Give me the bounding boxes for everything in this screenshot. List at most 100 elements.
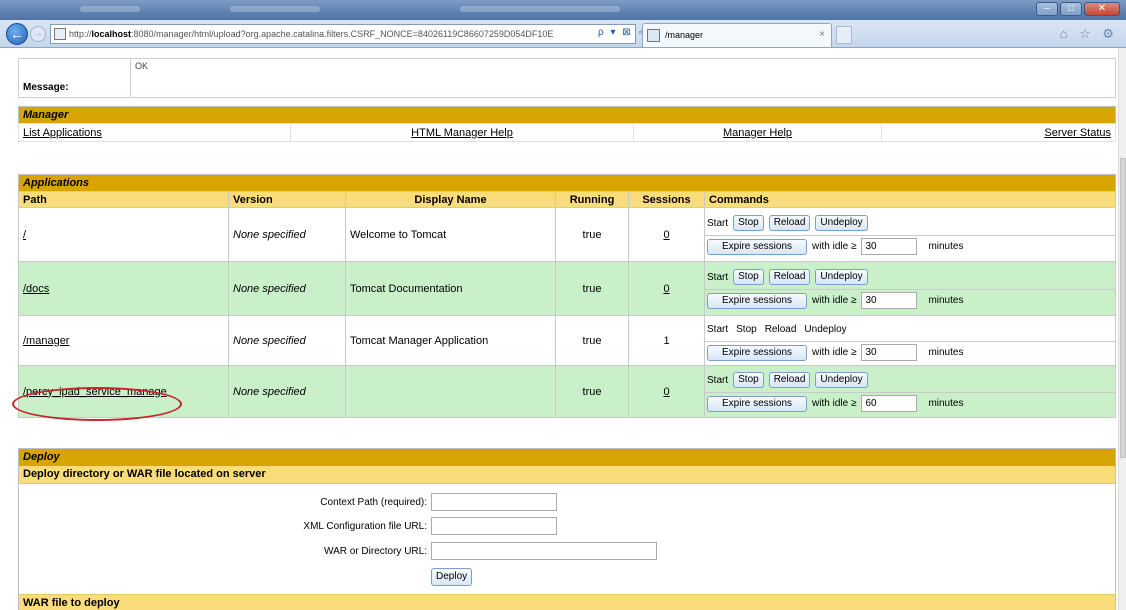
expire-sessions-button[interactable]: Expire sessions: [707, 238, 808, 255]
col-path: Path: [18, 191, 229, 208]
back-arrow-icon[interactable]: ←: [6, 23, 28, 45]
app-path[interactable]: /manager: [18, 315, 229, 366]
manager-title: Manager: [18, 106, 1116, 124]
stop-button[interactable]: Stop: [733, 372, 764, 388]
reload-button[interactable]: Reload: [768, 215, 811, 231]
applications-title: Applications: [18, 174, 1116, 192]
expire-sessions-button[interactable]: Expire sessions: [707, 344, 808, 361]
manager-help-link[interactable]: Manager Help: [633, 123, 882, 142]
minutes-label: minutes: [928, 347, 964, 358]
app-sessions[interactable]: 0: [628, 207, 705, 262]
annotation-ellipse: [12, 387, 182, 421]
deploy-title: Deploy: [19, 449, 1115, 466]
reload-button[interactable]: Reload: [768, 269, 811, 285]
start-label: Start: [707, 374, 729, 386]
app-version: None specified: [228, 261, 346, 316]
app-running: true: [555, 207, 629, 262]
app-display-name: Tomcat Manager Application: [345, 315, 556, 366]
app-commands: Start Stop Reload Undeploy Expire sessio…: [704, 365, 1116, 418]
xml-config-input[interactable]: [431, 517, 557, 535]
deploy-subtitle: Deploy directory or WAR file located on …: [19, 466, 1115, 484]
undeploy-button[interactable]: Undeploy: [815, 269, 868, 285]
reload-label: Reload: [764, 323, 797, 335]
table-row: /percy_ipad_service_manage None specifie…: [18, 365, 1116, 418]
stop-label: Stop: [736, 323, 757, 335]
applications-table: Applications Path Version Display Name R…: [18, 174, 1116, 418]
html-manager-help-link[interactable]: HTML Manager Help: [290, 123, 634, 142]
reload-button[interactable]: Reload: [768, 372, 811, 388]
tab-manager[interactable]: /manager ×: [642, 23, 832, 47]
message-label: Message:: [18, 58, 131, 98]
vertical-scrollbar[interactable]: [1118, 48, 1126, 610]
idle-input[interactable]: 30: [861, 344, 918, 361]
app-sessions: 1: [628, 315, 705, 366]
context-path-input[interactable]: [431, 493, 557, 511]
context-path-label: Context Path (required):: [320, 497, 427, 508]
app-version: None specified: [228, 315, 346, 366]
with-idle-label: with idle ≥: [812, 398, 857, 409]
page-icon: [54, 28, 66, 40]
address-bar[interactable]: http://localhost:8080/manager/html/uploa…: [50, 24, 636, 44]
app-running: true: [555, 365, 629, 418]
expire-sessions-button[interactable]: Expire sessions: [707, 292, 808, 309]
war-file-section-title: WAR file to deploy: [19, 594, 1115, 610]
idle-input[interactable]: 30: [861, 292, 918, 309]
list-applications-link[interactable]: List Applications: [18, 123, 291, 142]
manager-section: Manager List Applications HTML Manager H…: [18, 106, 1116, 142]
deploy-section: Deploy Deploy directory or WAR file loca…: [18, 448, 1116, 610]
maximize-icon[interactable]: □: [1060, 2, 1082, 16]
start-label: Start: [707, 323, 729, 335]
war-url-input[interactable]: [431, 542, 657, 560]
app-version: None specified: [228, 365, 346, 418]
table-row: /manager None specified Tomcat Manager A…: [18, 315, 1116, 366]
app-commands: Start Stop Reload Undeploy Expire sessio…: [704, 261, 1116, 316]
table-row: / None specified Welcome to Tomcat true …: [18, 207, 1116, 262]
scrollbar-thumb[interactable]: [1120, 158, 1126, 458]
expire-sessions-button[interactable]: Expire sessions: [707, 395, 808, 412]
deploy-button[interactable]: Deploy: [431, 568, 473, 586]
with-idle-label: with idle ≥: [812, 347, 857, 358]
col-sessions: Sessions: [628, 191, 705, 208]
col-commands: Commands: [704, 191, 1116, 208]
browser-navbar: ← → http://localhost:8080/manager/html/u…: [0, 20, 1126, 48]
with-idle-label: with idle ≥: [812, 241, 857, 252]
app-display-name: Tomcat Documentation: [345, 261, 556, 316]
message-value: OK: [130, 58, 1116, 98]
minutes-label: minutes: [928, 241, 964, 252]
app-running: true: [555, 261, 629, 316]
browser-toolbar-icons[interactable]: ⌂ ☆ ⚙: [1060, 26, 1118, 42]
col-version: Version: [228, 191, 346, 208]
app-path[interactable]: /: [18, 207, 229, 262]
tab-page-icon: [647, 29, 660, 42]
undeploy-button[interactable]: Undeploy: [815, 372, 868, 388]
close-icon[interactable]: ✕: [1084, 2, 1120, 16]
window-titlebar: – □ ✕: [0, 0, 1126, 20]
idle-input[interactable]: 30: [861, 238, 918, 255]
col-display-name: Display Name: [345, 191, 556, 208]
idle-input[interactable]: 60: [861, 395, 918, 412]
app-commands: Start Stop Reload Undeploy Expire sessio…: [704, 315, 1116, 366]
start-label: Start: [707, 271, 729, 283]
war-url-label: WAR or Directory URL:: [324, 546, 427, 557]
stop-button[interactable]: Stop: [733, 269, 764, 285]
app-sessions[interactable]: 0: [628, 261, 705, 316]
minimize-icon[interactable]: –: [1036, 2, 1058, 16]
message-box: Message: OK: [18, 58, 1116, 98]
xml-config-label: XML Configuration file URL:: [303, 521, 427, 532]
app-running: true: [555, 315, 629, 366]
minutes-label: minutes: [928, 295, 964, 306]
page-content: Message: OK Manager List Applications HT…: [0, 48, 1118, 610]
app-path[interactable]: /docs: [18, 261, 229, 316]
minutes-label: minutes: [928, 398, 964, 409]
new-tab-button[interactable]: [836, 26, 852, 44]
tab-close-icon[interactable]: ×: [819, 24, 825, 46]
server-status-link[interactable]: Server Status: [881, 123, 1116, 142]
app-commands: Start Stop Reload Undeploy Expire sessio…: [704, 207, 1116, 262]
start-label: Start: [707, 217, 729, 229]
stop-button[interactable]: Stop: [733, 215, 764, 231]
undeploy-button[interactable]: Undeploy: [815, 215, 868, 231]
with-idle-label: with idle ≥: [812, 295, 857, 306]
table-row: /docs None specified Tomcat Documentatio…: [18, 261, 1116, 316]
forward-arrow-icon[interactable]: →: [30, 26, 46, 42]
app-sessions[interactable]: 0: [628, 365, 705, 418]
